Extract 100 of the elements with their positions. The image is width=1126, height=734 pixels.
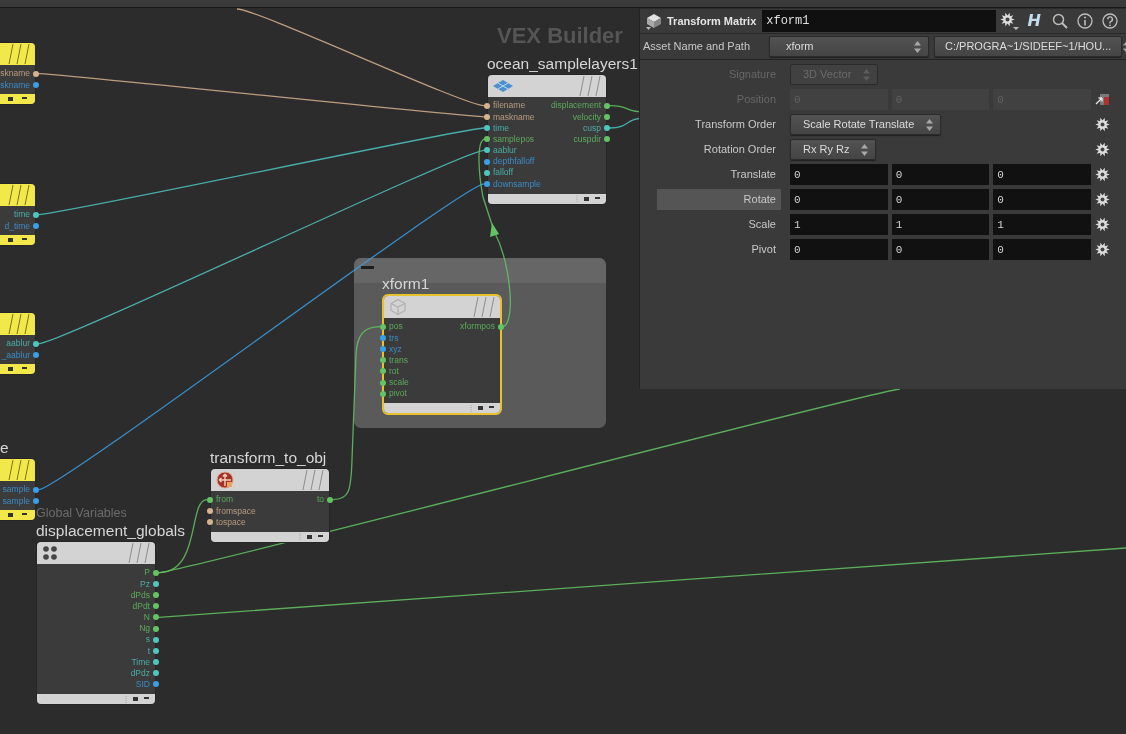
parameter-node[interactable]: skname skname — [0, 42, 36, 106]
port-dot-icon[interactable] — [153, 670, 159, 677]
port-dot-icon[interactable] — [327, 496, 333, 503]
port-dot-icon[interactable] — [33, 70, 39, 77]
vop-node[interactable]: P Pz dPds dPdt N Ng s t Time dPdz SID — [36, 541, 156, 706]
vop-node[interactable]: pos trs xyz trans rot scale pivot xformpos — [382, 294, 502, 416]
port-dot-icon[interactable] — [153, 569, 159, 576]
gear-icon[interactable] — [1095, 217, 1110, 232]
number-field[interactable]: 0 — [790, 239, 888, 260]
dash-icon[interactable] — [489, 406, 494, 409]
port-dot-icon[interactable] — [484, 180, 490, 187]
square-icon[interactable] — [584, 196, 589, 201]
h-menu-button[interactable]: H — [1027, 12, 1043, 30]
port-dot-icon[interactable] — [484, 102, 490, 109]
dash-icon[interactable] — [22, 238, 27, 241]
square-icon[interactable] — [133, 697, 138, 702]
number-field[interactable]: 0 — [891, 189, 990, 210]
parameter-menu[interactable]: Rx Ry Rz — [790, 139, 877, 160]
dash-icon[interactable] — [22, 367, 27, 370]
number-field[interactable]: 0 — [993, 189, 1091, 210]
vop-node[interactable]: from fromspace tospace to — [210, 468, 330, 543]
port-label: _aablur — [1, 350, 30, 360]
cube-icon[interactable] — [645, 12, 663, 30]
dash-icon[interactable] — [318, 534, 323, 537]
square-icon[interactable] — [8, 513, 13, 518]
square-icon[interactable] — [307, 534, 312, 539]
number-field[interactable]: 1 — [891, 214, 990, 235]
gear-icon[interactable] — [1095, 117, 1110, 132]
number-field[interactable]: 0 — [790, 164, 888, 185]
port-dot-icon[interactable] — [33, 211, 39, 218]
port-label: Time — [131, 657, 150, 667]
port-dot-icon[interactable] — [484, 113, 490, 120]
port-dot-icon[interactable] — [498, 323, 504, 330]
gear-icon[interactable] — [1095, 192, 1110, 207]
port-dot-icon[interactable] — [604, 113, 610, 120]
port-dot-icon[interactable] — [153, 625, 159, 632]
help-icon[interactable] — [1102, 13, 1118, 29]
port-dot-icon[interactable] — [380, 334, 386, 341]
dash-icon[interactable] — [22, 97, 27, 100]
port-dot-icon[interactable] — [380, 345, 386, 352]
port-dot-icon[interactable] — [380, 368, 386, 375]
port-dot-icon[interactable] — [380, 390, 386, 397]
port-dot-icon[interactable] — [604, 102, 610, 109]
port-dot-icon[interactable] — [153, 681, 159, 688]
search-icon[interactable] — [1052, 13, 1068, 29]
node-name-field[interactable]: xform1 — [762, 10, 996, 32]
port-dot-icon[interactable] — [207, 507, 213, 514]
info-icon[interactable] — [1077, 13, 1093, 29]
dash-icon[interactable] — [595, 196, 600, 199]
number-field[interactable]: 1 — [790, 214, 888, 235]
gear-icon[interactable] — [1095, 242, 1110, 257]
port-dot-icon[interactable] — [153, 636, 159, 643]
port-dot-icon[interactable] — [153, 603, 159, 610]
port-dot-icon[interactable] — [380, 379, 386, 386]
port-dot-icon[interactable] — [153, 580, 159, 587]
handle-icon[interactable] — [1095, 92, 1110, 107]
dash-icon[interactable] — [144, 697, 149, 700]
port-dot-icon[interactable] — [207, 496, 213, 503]
number-field[interactable]: 0 — [891, 164, 990, 185]
port-dot-icon[interactable] — [33, 81, 39, 88]
square-icon[interactable] — [8, 97, 13, 102]
port-dot-icon[interactable] — [484, 158, 490, 165]
port-dot-icon[interactable] — [484, 136, 490, 143]
gear-icon[interactable] — [999, 12, 1019, 30]
parameter-menu[interactable]: Scale Rotate Translate — [790, 114, 942, 135]
port-dot-icon[interactable] — [604, 136, 610, 143]
square-icon[interactable] — [8, 238, 13, 243]
port-label: tospace — [216, 517, 246, 527]
gear-icon[interactable] — [1095, 142, 1110, 157]
port-dot-icon[interactable] — [153, 614, 159, 621]
port-dot-icon[interactable] — [604, 124, 610, 131]
port-dot-icon[interactable] — [33, 222, 39, 229]
dots-icon — [42, 545, 60, 561]
vop-node[interactable]: filename maskname time samplepos aablur depthfalloff falloff downsample displacement velocity cusp cuspdir — [487, 74, 607, 205]
number-field[interactable]: 0 — [790, 189, 888, 210]
port-dot-icon[interactable] — [153, 591, 159, 598]
port-dot-icon[interactable] — [33, 486, 39, 493]
square-icon[interactable] — [478, 406, 483, 411]
port-dot-icon[interactable] — [33, 351, 39, 358]
port-dot-icon[interactable] — [153, 647, 159, 654]
port-dot-icon[interactable] — [380, 357, 386, 364]
number-field[interactable]: 0 — [891, 239, 990, 260]
port-dot-icon[interactable] — [380, 323, 386, 330]
port-dot-icon[interactable] — [33, 340, 39, 347]
port-dot-icon[interactable] — [484, 147, 490, 154]
gear-icon[interactable] — [1095, 167, 1110, 182]
parameter-node[interactable]: time d_time — [0, 183, 36, 247]
port-dot-icon[interactable] — [484, 169, 490, 176]
dash-icon[interactable] — [22, 513, 27, 516]
port-dot-icon[interactable] — [33, 497, 39, 504]
number-field[interactable]: 0 — [993, 239, 1091, 260]
asset-name-menu[interactable]: xform — [769, 36, 929, 57]
number-field[interactable]: 0 — [993, 164, 1091, 185]
port-dot-icon[interactable] — [484, 124, 490, 131]
port-dot-icon[interactable] — [153, 659, 159, 666]
number-field[interactable]: 1 — [993, 214, 1091, 235]
square-icon[interactable] — [8, 367, 13, 372]
port-label: SID — [135, 680, 150, 689]
parameter-node[interactable]: aablur _aablur — [0, 312, 36, 376]
port-dot-icon[interactable] — [207, 518, 213, 525]
